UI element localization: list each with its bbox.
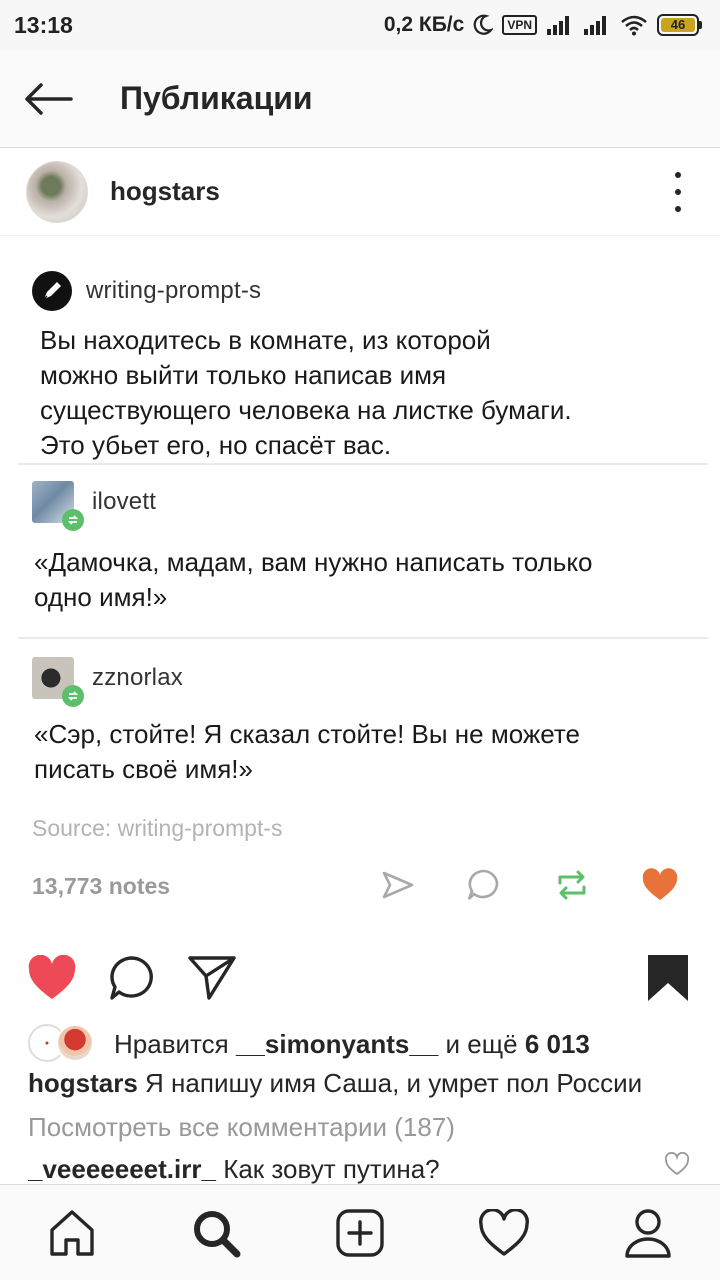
- pen-icon: [32, 271, 72, 311]
- likes-prefix: Нравится: [114, 1028, 229, 1059]
- divider: [18, 463, 708, 465]
- moon-icon: [473, 14, 494, 35]
- tumblr-op-name: writing-prompt-s: [86, 277, 262, 304]
- likes-user[interactable]: __simonyants__: [236, 1029, 438, 1060]
- reblog-icon: [552, 865, 592, 905]
- nav-new-post[interactable]: [332, 1205, 388, 1261]
- page-title: Публикации: [120, 80, 313, 116]
- signal-icon: [584, 16, 606, 35]
- tumblr-reblog-block: ilovett «Дамочка, мадам, вам нужно напис…: [0, 481, 720, 615]
- tumblr-op-block: writing-prompt-s Вы находитесь в комнате…: [0, 271, 720, 463]
- view-all-comments-link[interactable]: Посмотреть все комментарии (187): [28, 1112, 455, 1143]
- heart-filled-icon: [28, 955, 76, 999]
- status-bar: 13:18 0,2 КБ/с VPN 46: [0, 0, 720, 50]
- tumblr-source: Source: writing-prompt-s: [32, 815, 283, 841]
- comment-icon: [110, 956, 153, 1000]
- avatar[interactable]: [26, 160, 88, 223]
- avatar: [56, 1024, 94, 1062]
- comment-icon: [464, 865, 504, 905]
- heart-icon: [640, 865, 680, 905]
- comment-text: Как зовут путина?: [223, 1154, 440, 1184]
- comment-preview: _veeeeeeet.irr_ Как зовут путина?: [28, 1154, 648, 1184]
- comment-like-button[interactable]: [664, 1151, 690, 1178]
- network-speed: 0,2 КБ/с: [383, 13, 465, 36]
- comment-username[interactable]: _veeeeeeet.irr_: [28, 1154, 216, 1184]
- status-indicators: 0,2 КБ/с VPN 46: [384, 13, 702, 37]
- caption-username[interactable]: hogstars: [28, 1068, 138, 1098]
- post-actions: [0, 940, 720, 1016]
- comment-button[interactable]: [106, 952, 158, 1004]
- share-button[interactable]: [186, 952, 238, 1004]
- tumblr-notes-count: 13,773 notes: [32, 873, 171, 899]
- tumblr-reblog-name: zznorlax: [92, 664, 183, 691]
- post-username[interactable]: hogstars: [110, 176, 220, 207]
- bookmark-filled-icon: [648, 955, 688, 1001]
- more-options-button[interactable]: [668, 168, 688, 216]
- wifi-icon: [621, 15, 647, 36]
- tumblr-op-line: существующего человека на листке бумаги.: [40, 395, 572, 425]
- send-icon: [188, 956, 236, 1000]
- add-post-icon: [336, 1209, 384, 1257]
- arrow-left-icon: [25, 82, 73, 115]
- reblog-icon: [62, 509, 84, 531]
- tumblr-reblog-line: «Дамочка, мадам, вам нужно написать толь…: [34, 547, 593, 577]
- nav-activity[interactable]: [476, 1205, 532, 1261]
- battery-level: 46: [661, 18, 695, 32]
- share-icon: [378, 865, 418, 905]
- bottom-navigation: [0, 1184, 720, 1280]
- activity-heart-icon: [479, 1209, 529, 1256]
- status-time: 13:18: [14, 11, 73, 38]
- post-header: hogstars: [0, 148, 720, 236]
- battery-icon: 46: [657, 14, 702, 36]
- likes-summary[interactable]: ● Нравится __simonyants__ и ещё 6 013: [28, 1024, 590, 1064]
- reblogger-avatar: [32, 657, 84, 707]
- liker-avatars: ●: [28, 1024, 100, 1064]
- save-button[interactable]: [642, 952, 694, 1004]
- back-button[interactable]: [0, 50, 96, 148]
- post-image[interactable]: writing-prompt-s Вы находитесь в комнате…: [0, 237, 720, 937]
- nav-home[interactable]: [44, 1205, 100, 1261]
- tumblr-reblog-line: «Сэр, стойте! Я сказал стойте! Вы не мож…: [34, 719, 580, 749]
- signal-icon: [547, 16, 569, 35]
- nav-search[interactable]: [188, 1205, 244, 1261]
- app-header: Публикации: [0, 50, 720, 148]
- more-vertical-icon: [675, 172, 681, 178]
- likes-count[interactable]: 6 013: [525, 1029, 590, 1060]
- tumblr-reblog-name: ilovett: [92, 488, 157, 515]
- profile-icon: [625, 1209, 671, 1258]
- reblogger-avatar: [32, 481, 84, 531]
- nav-profile[interactable]: [620, 1205, 676, 1261]
- tumblr-op-line: Вы находитесь в комнате, из которой: [40, 325, 491, 355]
- tumblr-reblog-block: zznorlax «Сэр, стойте! Я сказал стойте! …: [0, 657, 720, 787]
- tumblr-reblog-line: одно имя!»: [34, 582, 168, 612]
- home-icon: [50, 1210, 94, 1256]
- like-button[interactable]: [26, 952, 78, 1004]
- vpn-badge: VPN: [502, 15, 537, 35]
- likes-middle: и ещё: [445, 1028, 518, 1059]
- tumblr-op-line: Это убьет его, но спасёт вас.: [40, 430, 392, 460]
- search-icon: [194, 1211, 241, 1258]
- heart-outline-icon: [664, 1151, 690, 1176]
- divider: [18, 637, 708, 639]
- caption-text: Я напишу имя Саша, и умрет пол России: [145, 1068, 643, 1098]
- post-caption: hogstars Я напишу имя Саша, и умрет пол …: [28, 1068, 698, 1099]
- reblog-icon: [62, 685, 84, 707]
- tumblr-reblog-line: писать своё имя!»: [34, 754, 253, 784]
- tumblr-op-line: можно выйти только написав имя: [40, 360, 447, 390]
